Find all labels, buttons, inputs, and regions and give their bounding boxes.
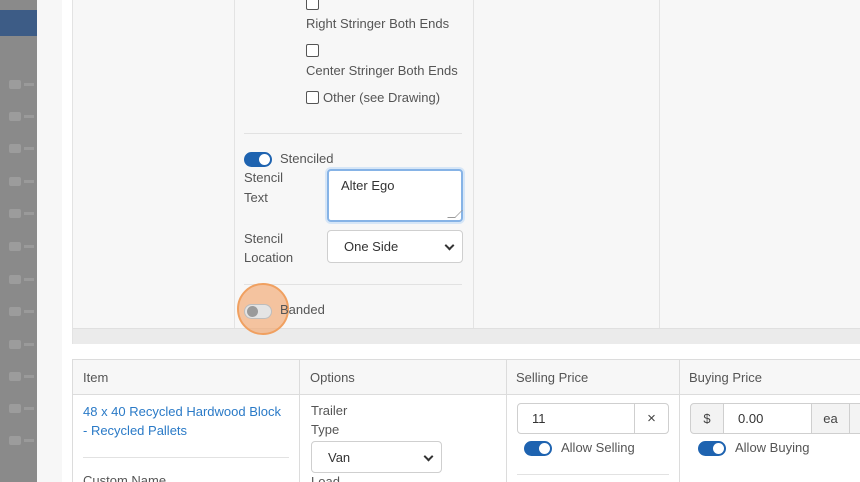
close-icon: × <box>647 410 656 427</box>
sidebar <box>0 0 37 482</box>
trailer-type-label-line1: Trailer <box>311 403 348 418</box>
header-buying-price: Buying Price <box>689 370 762 385</box>
allow-buying-label: Allow Buying <box>735 440 810 455</box>
column-divider <box>299 360 300 482</box>
nav-label-stub <box>24 83 34 86</box>
other-label: Other (see Drawing) <box>323 90 441 105</box>
nav-icon[interactable] <box>9 242 21 251</box>
buying-price-input[interactable]: 0.00 <box>723 403 812 434</box>
nav-icon[interactable] <box>9 80 21 89</box>
nav-icon[interactable] <box>9 275 21 284</box>
table-header: Item Options Selling Price Buying Price <box>73 360 860 395</box>
header-item: Item <box>83 370 109 385</box>
banded-label: Banded <box>280 302 325 317</box>
panel-footer <box>73 328 860 344</box>
nav-icon[interactable] <box>9 177 21 186</box>
stencil-location-value: One Side <box>344 239 399 254</box>
column-divider <box>506 360 507 482</box>
stencil-location-select[interactable]: One Side <box>327 230 463 263</box>
nav-label-stub <box>24 310 34 313</box>
nav-icon[interactable] <box>9 112 21 121</box>
buying-price-value: 0.00 <box>738 411 764 426</box>
selling-price-input[interactable]: 11 <box>517 403 635 434</box>
nav-icon[interactable] <box>9 307 21 316</box>
items-table: Item Options Selling Price Buying Price … <box>72 359 860 482</box>
options-panel <box>72 0 860 344</box>
nav-label-stub <box>24 115 34 118</box>
nav-label-stub <box>24 278 34 281</box>
sidebar-active-band <box>0 10 37 36</box>
nav-icon[interactable] <box>9 404 21 413</box>
header-options: Options <box>310 370 355 385</box>
row-divider <box>83 457 289 458</box>
right-stringer-label: Right Stringer Both Ends <box>306 16 450 31</box>
unit-label: ea <box>823 411 838 426</box>
stenciled-label: Stenciled <box>280 151 334 166</box>
nav-icon[interactable] <box>9 372 21 381</box>
nav-icon[interactable] <box>9 436 21 445</box>
center-stringer-checkbox[interactable] <box>306 44 319 57</box>
center-stringer-label: Center Stringer Both Ends <box>306 63 458 78</box>
section-divider <box>244 133 462 134</box>
nav-icon[interactable] <box>9 340 21 349</box>
right-stringer-checkbox[interactable] <box>306 0 319 10</box>
stenciled-toggle[interactable] <box>244 152 272 167</box>
nav-label-stub <box>24 439 34 442</box>
nav-label-stub <box>24 343 34 346</box>
trailer-type-select[interactable]: Van <box>311 441 442 473</box>
stencil-text-input[interactable]: Alter Ego <box>327 169 463 222</box>
trailer-type-label-line2: Type <box>311 422 340 437</box>
clear-button[interactable]: × <box>634 403 669 434</box>
nav-label-stub <box>24 180 34 183</box>
nav-label-stub <box>24 212 34 215</box>
column-divider <box>679 360 680 482</box>
nav-label-stub <box>24 147 34 150</box>
stencil-location-label-line1: Stencil <box>244 231 284 246</box>
content-gutter <box>37 0 62 482</box>
nav-label-stub <box>24 245 34 248</box>
chevron-down-icon <box>423 451 434 462</box>
unit-addon: ea <box>811 403 850 434</box>
allow-selling-toggle[interactable] <box>524 441 552 456</box>
nav-label-stub <box>24 375 34 378</box>
column-divider <box>659 0 660 328</box>
item-link-line2[interactable]: - Recycled Pallets <box>83 421 187 440</box>
nav-label-stub <box>24 407 34 410</box>
load-label: Load <box>311 474 340 482</box>
banded-toggle[interactable] <box>244 304 272 319</box>
allow-selling-label: Allow Selling <box>561 440 635 455</box>
row-divider <box>517 474 669 475</box>
stencil-location-label-line2: Location <box>244 250 294 265</box>
trailer-type-value: Van <box>328 449 351 465</box>
chevron-down-icon <box>444 240 455 251</box>
section-divider <box>244 284 462 285</box>
buying-action-button[interactable] <box>849 403 860 434</box>
nav-icon[interactable] <box>9 209 21 218</box>
item-link-line1[interactable]: 48 x 40 Recycled Hardwood Block <box>83 402 281 421</box>
nav-icon[interactable] <box>9 144 21 153</box>
other-checkbox[interactable] <box>306 91 319 104</box>
currency-addon: $ <box>690 403 724 434</box>
stencil-text-label-line1: Stencil <box>244 170 284 185</box>
allow-buying-toggle[interactable] <box>698 441 726 456</box>
column-divider <box>234 0 235 328</box>
header-selling-price: Selling Price <box>516 370 589 385</box>
currency-symbol: $ <box>703 411 711 426</box>
column-divider <box>473 0 474 328</box>
selling-price-value: 11 <box>532 411 546 426</box>
stencil-text-label-line2: Text <box>244 190 268 205</box>
custom-name-label: Custom Name <box>83 473 167 482</box>
